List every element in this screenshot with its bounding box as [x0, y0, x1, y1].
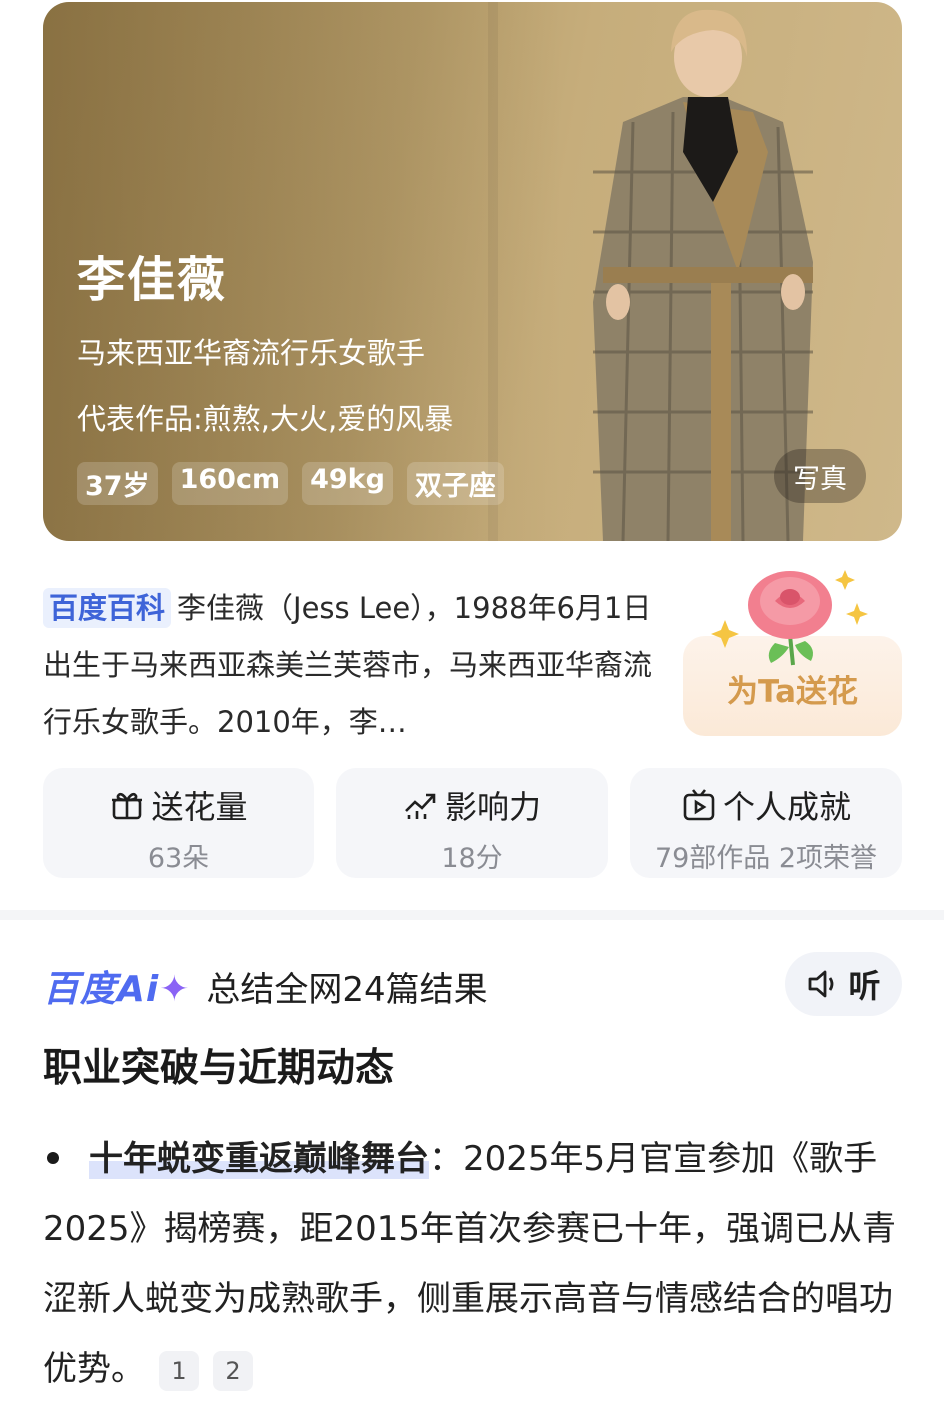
stat-flowers-card[interactable]: 送花量 63朵	[43, 768, 314, 878]
stat-achievements-value: 79部作品 2项荣誉	[654, 843, 878, 874]
bullet-item: 十年蜕变重返巅峰舞台：2025年5月官宣参加《歌手2025》揭榜赛，距2015年…	[43, 1124, 903, 1404]
representative-works: 代表作品:煎熬,大火,爱的风暴	[77, 402, 454, 436]
trend-up-icon	[405, 793, 436, 819]
stat-influence-card[interactable]: 影响力 18分	[336, 768, 608, 878]
height-tag: 160cm	[171, 462, 289, 505]
bullet-dot	[47, 1151, 59, 1164]
hero-wall-panel	[488, 2, 498, 541]
weight-tag: 49kg	[302, 462, 393, 505]
ai-summary-text: 总结全网24篇结果	[206, 969, 488, 1010]
gift-icon	[112, 792, 143, 820]
baike-badge[interactable]: 百度百科	[43, 588, 172, 628]
age-tag: 37岁	[77, 462, 158, 505]
photo-gallery-button[interactable]: 写真	[774, 449, 866, 503]
profile-hero-card[interactable]: 李佳薇 马来西亚华裔流行乐女歌手 代表作品:煎熬,大火,爱的风暴 37岁 160…	[43, 2, 902, 541]
singer-description: 马来西亚华裔流行乐女歌手	[77, 336, 426, 370]
ai-summary-header: 百度Ai✦ 总结全网24篇结果	[43, 960, 488, 1012]
singer-name: 李佳薇	[77, 252, 228, 308]
citation-2[interactable]: 2	[213, 1350, 253, 1391]
play-tv-icon	[683, 789, 715, 821]
send-flower-label[interactable]: 为Ta送花	[683, 666, 902, 711]
stat-flowers-value: 63朵	[147, 843, 210, 874]
bullet-highlight: 十年蜕变重返巅峰舞台	[89, 1139, 429, 1179]
profile-tags: 37岁 160cm 49kg 双子座	[77, 462, 504, 505]
stat-influence-value: 18分	[441, 843, 503, 874]
section-divider	[0, 910, 944, 920]
citation-1[interactable]: 1	[159, 1350, 199, 1391]
rose-icon	[711, 570, 868, 666]
stat-achievements-title: 个人成就	[722, 788, 851, 826]
baidu-ai-logo: 百度Ai✦	[43, 969, 191, 1010]
zodiac-tag: 双子座	[406, 462, 504, 505]
section-title: 职业突破与近期动态	[43, 1046, 395, 1091]
speaker-icon	[809, 970, 834, 998]
stat-flowers-title: 送花量	[151, 788, 248, 826]
listen-button[interactable]: 听	[785, 952, 902, 1016]
baike-intro[interactable]: 百度百科 李佳薇（Jess Lee），1988年6月1日出生于马来西亚森美兰芙蓉市…	[43, 580, 675, 751]
stat-achievements-card[interactable]: 个人成就 79部作品 2项荣誉	[630, 768, 902, 878]
listen-label: 听	[848, 967, 881, 1005]
stat-influence-title: 影响力	[444, 788, 541, 826]
